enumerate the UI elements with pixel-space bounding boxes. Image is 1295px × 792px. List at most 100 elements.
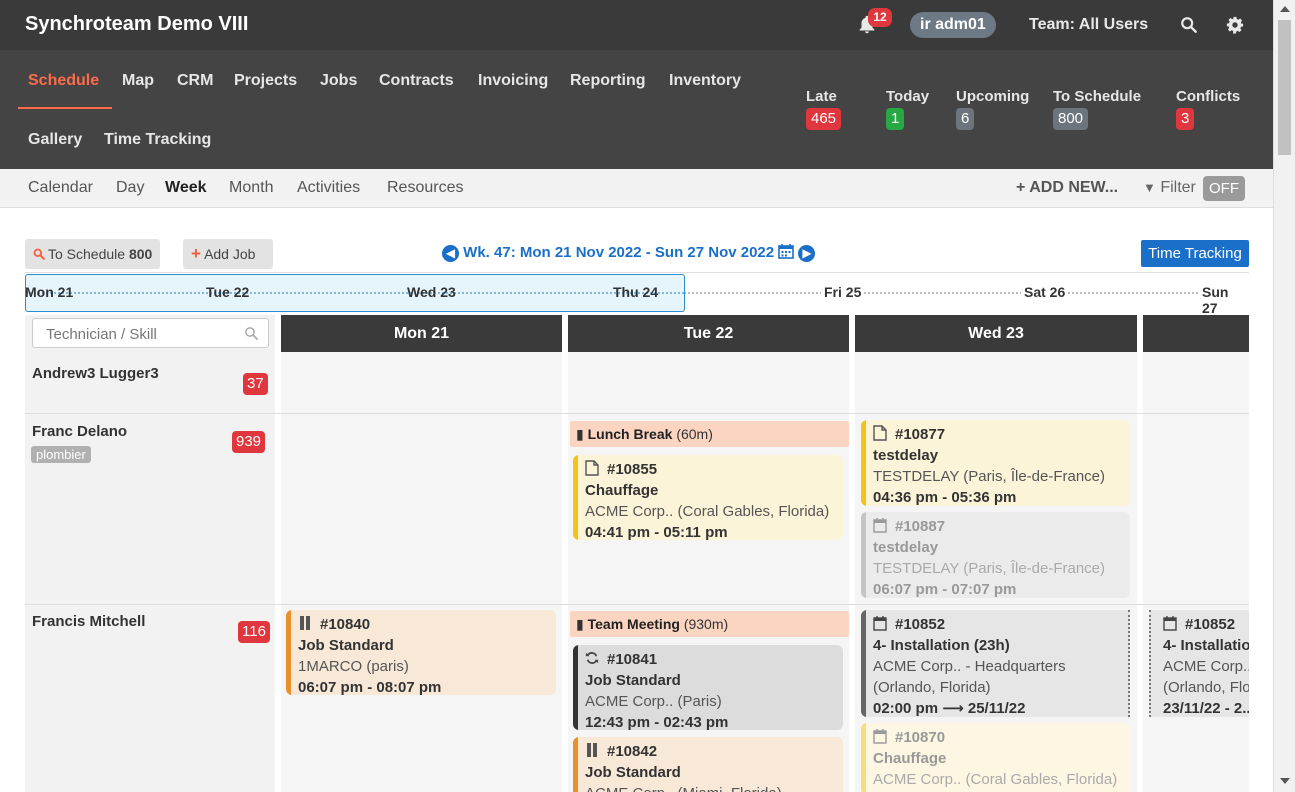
job-number: #10852 bbox=[1185, 616, 1236, 633]
nav-time-tracking[interactable]: Time Tracking bbox=[104, 131, 211, 149]
job-time: 06:07 pm - 08:07 pm bbox=[298, 679, 442, 695]
prev-week-icon[interactable]: ◀ bbox=[442, 245, 459, 262]
to-schedule-button[interactable]: To Schedule 800 bbox=[25, 239, 161, 269]
job-time: 12:43 pm - 02:43 pm bbox=[585, 714, 729, 730]
nav-reporting[interactable]: Reporting bbox=[570, 72, 646, 90]
timeline-day: Sun 27 bbox=[1199, 284, 1249, 316]
calendar-icon[interactable] bbox=[778, 243, 795, 259]
nav-projects[interactable]: Projects bbox=[234, 72, 297, 90]
job-number: #10852 bbox=[895, 616, 946, 633]
timeline-day: Thu 24 bbox=[613, 284, 659, 300]
search-icon[interactable] bbox=[1180, 16, 1198, 34]
app: Synchroteam Demo VIII 12 ir adm01 Team: … bbox=[0, 0, 1273, 792]
technician-name[interactable]: Andrew3 Lugger3 bbox=[32, 365, 159, 382]
timeline-day: Mon 21 bbox=[25, 284, 74, 300]
nav-gallery[interactable]: Gallery bbox=[28, 131, 82, 149]
nav-invoicing[interactable]: Invoicing bbox=[478, 72, 548, 90]
nav-jobs[interactable]: Jobs bbox=[320, 72, 357, 90]
day-header[interactable] bbox=[1143, 315, 1249, 352]
job-client: ACME Corp.. (Coral Gables, Florida) bbox=[585, 503, 830, 520]
search-icon bbox=[33, 248, 45, 260]
scroll-up-arrow[interactable] bbox=[1280, 6, 1290, 12]
nav-schedule[interactable]: Schedule bbox=[28, 72, 99, 90]
main-nav: Schedule Map CRM Projects Jobs Contracts… bbox=[0, 50, 1273, 169]
week-timeline[interactable]: Mon 21 Tue 22 Wed 23 Thu 24 Fri 25 Sat 2… bbox=[25, 272, 1249, 316]
notification-badge[interactable]: 12 bbox=[868, 8, 892, 27]
gear-icon[interactable] bbox=[1226, 16, 1244, 34]
job-card[interactable]: #10840 Job Standard 1MARCO (paris) 06:07… bbox=[286, 610, 556, 695]
nav-inventory[interactable]: Inventory bbox=[669, 72, 741, 90]
stat-to-schedule[interactable]: To Schedule 800 bbox=[1053, 88, 1141, 130]
job-client: TESTDELAY (Paris, Île-de-France) bbox=[873, 560, 1106, 577]
job-number: #10870 bbox=[895, 729, 946, 746]
stat-today[interactable]: Today 1 bbox=[886, 88, 929, 130]
time-tracking-button[interactable]: Time Tracking bbox=[1141, 240, 1249, 267]
tab-resources[interactable]: Resources bbox=[387, 179, 463, 197]
team-selector[interactable]: Team: All Users bbox=[1029, 16, 1148, 34]
technician-name[interactable]: Francis Mitchell bbox=[32, 613, 145, 630]
tab-day[interactable]: Day bbox=[116, 179, 144, 197]
timeline-day: Tue 22 bbox=[206, 284, 250, 300]
filter-toggle[interactable]: OFF bbox=[1203, 176, 1245, 201]
lunch-break-block[interactable]: ▮ Lunch Break (60m) bbox=[570, 421, 849, 447]
nav-map[interactable]: Map bbox=[122, 72, 154, 90]
add-job-label: Add Job bbox=[204, 246, 256, 262]
technician-job-count: 37 bbox=[243, 373, 268, 395]
job-client: ACME Corp.. (Paris) bbox=[585, 693, 722, 710]
add-new-button[interactable]: + ADD NEW... bbox=[1016, 179, 1118, 197]
timeline-day: Fri 25 bbox=[821, 284, 865, 300]
nav-crm[interactable]: CRM bbox=[177, 72, 213, 90]
job-card[interactable]: #10870 Chauffage ACME Corp.. (Coral Gabl… bbox=[861, 723, 1130, 792]
next-week-icon[interactable]: ▶ bbox=[798, 245, 816, 262]
nav-contracts[interactable]: Contracts bbox=[379, 72, 454, 90]
stat-label: To Schedule bbox=[1053, 88, 1142, 105]
stat-late[interactable]: Late 465 bbox=[806, 88, 842, 130]
day-header[interactable]: Wed 23 bbox=[855, 315, 1137, 352]
job-title: testdelay bbox=[873, 539, 939, 556]
add-job-button[interactable]: + Add Job bbox=[183, 239, 273, 269]
job-card[interactable]: #10842 Job Standard ACME Corp.. (Miami, … bbox=[573, 737, 843, 792]
tab-activities[interactable]: Activities bbox=[297, 179, 360, 197]
job-time: 23/11/22 - 2... bbox=[1163, 700, 1249, 717]
job-title: Job Standard bbox=[585, 672, 681, 689]
user-menu[interactable]: ir adm01 bbox=[910, 12, 996, 38]
technician-name[interactable]: Franc Delano bbox=[32, 423, 127, 440]
status-bar bbox=[861, 420, 866, 506]
page-scrollbar[interactable] bbox=[1273, 0, 1295, 792]
week-title[interactable]: Wk. 47: Mon 21 Nov 2022 - Sun 27 Nov 202… bbox=[463, 244, 774, 261]
stat-label: Upcoming bbox=[956, 88, 1030, 105]
stat-conflicts[interactable]: Conflicts 3 bbox=[1176, 88, 1240, 130]
scroll-down-arrow[interactable] bbox=[1280, 778, 1290, 784]
tab-month[interactable]: Month bbox=[229, 179, 273, 197]
job-card[interactable]: #10877 testdelay TESTDELAY (Paris, Île-d… bbox=[861, 420, 1130, 506]
job-card[interactable]: #10841 Job Standard ACME Corp.. (Paris) … bbox=[573, 645, 843, 730]
stat-label: Late bbox=[806, 88, 837, 105]
tab-week[interactable]: Week bbox=[165, 179, 207, 197]
timeline-day: Sat 26 bbox=[1021, 284, 1069, 300]
job-card-continuation[interactable]: #10852 4- Installation (23h) ACME Corp..… bbox=[1149, 610, 1249, 717]
scroll-thumb[interactable] bbox=[1278, 20, 1291, 155]
tab-calendar[interactable]: Calendar bbox=[28, 179, 93, 197]
job-card[interactable]: #10852 4- Installation (23h) ACME Corp..… bbox=[861, 610, 1130, 717]
pause-icon bbox=[587, 743, 597, 757]
job-time: 02:00 pm ⟶ 25/11/22 bbox=[873, 700, 1026, 717]
day-header[interactable]: Tue 22 bbox=[568, 315, 849, 352]
day-header[interactable]: Mon 21 bbox=[281, 315, 562, 352]
filter-button[interactable]: ▼ Filter bbox=[1143, 179, 1196, 197]
technician-search-input[interactable]: Technician / Skill bbox=[32, 318, 269, 348]
pause-icon bbox=[300, 616, 310, 630]
job-client: 1MARCO (paris) bbox=[298, 658, 409, 675]
stat-upcoming[interactable]: Upcoming 6 bbox=[956, 88, 1029, 130]
meeting-title: Team Meeting bbox=[587, 616, 680, 632]
to-schedule-label: To Schedule bbox=[48, 246, 126, 262]
job-client: ACME Corp.. - Headquarters bbox=[873, 658, 1066, 675]
job-card[interactable]: #10887 testdelay TESTDELAY (Paris, Île-d… bbox=[861, 512, 1130, 598]
refresh-icon bbox=[585, 652, 599, 664]
stat-label: Conflicts bbox=[1176, 88, 1241, 105]
job-card[interactable]: #10855 Chauffage ACME Corp.. (Coral Gabl… bbox=[573, 455, 843, 540]
job-client: ACME Corp.. - Headquarters bbox=[1163, 658, 1249, 675]
team-meeting-block[interactable]: ▮ Team Meeting (930m) bbox=[570, 611, 849, 637]
filter-icon: ▼ bbox=[1143, 180, 1156, 195]
job-number: #10842 bbox=[607, 743, 658, 760]
timeline-selection[interactable] bbox=[25, 274, 685, 312]
